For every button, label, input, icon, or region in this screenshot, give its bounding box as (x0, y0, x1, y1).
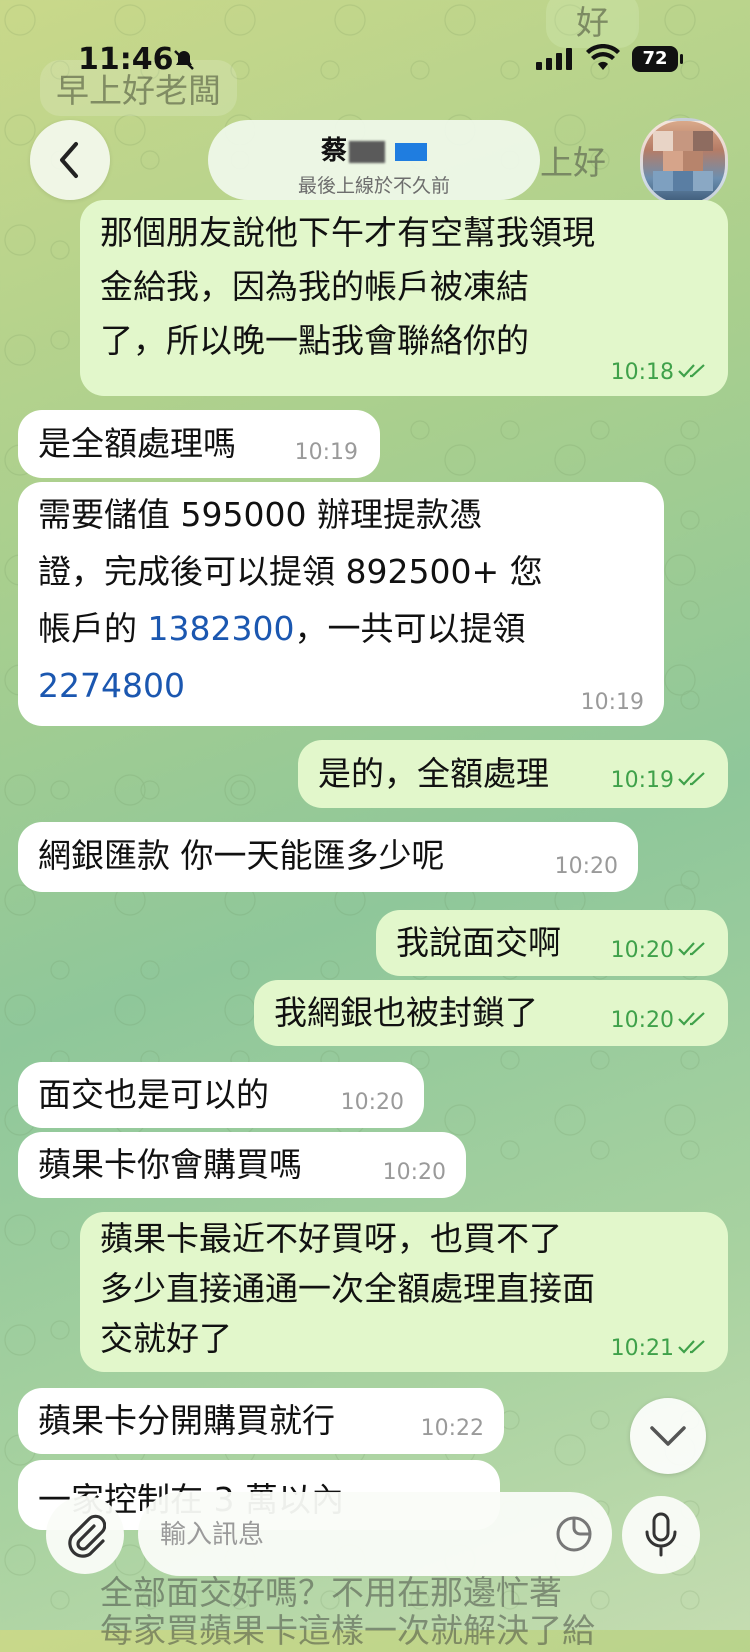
message-meta: 10:20 (611, 938, 708, 964)
message-input-placeholder: 輸入訊息 (160, 1520, 265, 1550)
message-incoming[interactable]: 蘋果卡你會購買嗎 10:20 (18, 1132, 466, 1198)
attach-button[interactable] (46, 1496, 124, 1574)
contact-name-text: 蔡 (320, 136, 347, 166)
message-incoming[interactable]: 需要儲值 595000 辦理提款憑 證，完成後可以提領 892500+ 您 帳戶… (18, 482, 664, 726)
message-time: 10:20 (382, 1160, 446, 1185)
message-incoming[interactable]: 是全額處理嗎 10:19 (18, 410, 380, 478)
amount-link[interactable]: 1382300 (148, 609, 295, 648)
message-time: 10:19 (610, 768, 674, 793)
faded-message-bottom: 每家買蘋果卡這樣一次就解決了給 (100, 1611, 595, 1650)
message-meta: 10:20 (611, 1008, 708, 1034)
back-button[interactable] (30, 120, 110, 200)
message-outgoing[interactable]: 我網銀也被封鎖了 10:20 (254, 980, 728, 1046)
message-outgoing[interactable]: 蘋果卡最近不好買呀，也買不了 多少直接通通一次全額處理直接面 交就好了 10:2… (80, 1212, 728, 1372)
message-text: 我說面交啊 (396, 923, 561, 962)
redacted-name (349, 140, 385, 163)
message-text: 是全額處理嗎 (38, 424, 236, 463)
message-text: 蘋果卡你會購買嗎 (38, 1145, 302, 1184)
message-meta: 10:18 (611, 360, 708, 386)
redacted-flag (395, 142, 427, 161)
status-bar: 11:46 72 (0, 36, 750, 86)
message-text: 網銀匯款 你一天能匯多少呢 (38, 836, 445, 875)
message-meta: 10:19 (611, 768, 708, 794)
wifi-icon (586, 44, 620, 70)
message-time: 10:19 (580, 690, 644, 715)
signal-icon (536, 48, 572, 70)
chevron-down-icon (650, 1426, 686, 1446)
message-time: 10:20 (610, 938, 674, 963)
read-ticks-icon (678, 772, 705, 786)
message-incoming[interactable]: 蘋果卡分開購買就行 10:22 (18, 1388, 504, 1454)
message-text-part: ，一共可以提領 (294, 609, 526, 648)
message-time: 10:22 (420, 1416, 484, 1441)
bell-muted-icon (174, 50, 194, 70)
read-ticks-icon (678, 364, 705, 378)
message-text: 蘋果卡分開購買就行 (38, 1401, 335, 1440)
message-text: 我網銀也被封鎖了 (274, 993, 538, 1032)
message-incoming[interactable]: 網銀匯款 你一天能匯多少呢 10:20 (18, 822, 638, 892)
read-ticks-icon (678, 1340, 705, 1354)
contact-avatar[interactable] (640, 118, 728, 206)
message-text: 面交也是可以的 (38, 1075, 269, 1114)
message-outgoing[interactable]: 那個朋友說他下午才有空幫我領現 金給我，因為我的帳戶被凍結 了，所以晚一點我會聯… (80, 200, 728, 396)
chevron-left-icon (60, 142, 78, 178)
message-outgoing[interactable]: 我說面交啊 10:20 (376, 910, 728, 976)
paperclip-icon (68, 1514, 106, 1558)
sticker-icon[interactable] (554, 1514, 594, 1554)
message-outgoing[interactable]: 是的，全額處理 10:19 (298, 740, 728, 808)
read-ticks-icon (678, 1012, 705, 1026)
faded-message-right: 上好 (540, 143, 606, 182)
chat-header[interactable]: 蔡 最後上線於不久前 (208, 120, 540, 200)
message-text: 那個朋友說他下午才有空幫我領現 金給我，因為我的帳戶被凍結 了，所以晚一點我會聯… (100, 213, 595, 360)
message-text: 需要儲值 595000 辦理提款憑 證，完成後可以提領 892500+ 您 帳戶… (38, 486, 644, 714)
message-time: 10:20 (340, 1090, 404, 1115)
microphone-button[interactable] (622, 1496, 700, 1574)
message-meta: 10:21 (611, 1336, 708, 1362)
message-input[interactable]: 輸入訊息 (138, 1492, 612, 1576)
message-incoming[interactable]: 面交也是可以的 10:20 (18, 1062, 424, 1128)
message-time: 10:19 (294, 440, 358, 465)
read-ticks-icon (678, 942, 705, 956)
message-time: 10:20 (554, 854, 618, 879)
amount-link[interactable]: 2274800 (38, 666, 185, 705)
message-time: 10:20 (610, 1008, 674, 1033)
message-time: 10:21 (610, 1336, 674, 1361)
battery-indicator: 72 (632, 46, 683, 72)
status-time: 11:46 (78, 42, 174, 77)
message-time: 10:18 (610, 360, 674, 385)
scroll-to-bottom-button[interactable] (630, 1398, 706, 1474)
message-text: 是的，全額處理 (318, 754, 549, 793)
microphone-icon (645, 1512, 677, 1557)
contact-name: 蔡 (208, 130, 540, 167)
last-seen-status: 最後上線於不久前 (297, 175, 450, 197)
